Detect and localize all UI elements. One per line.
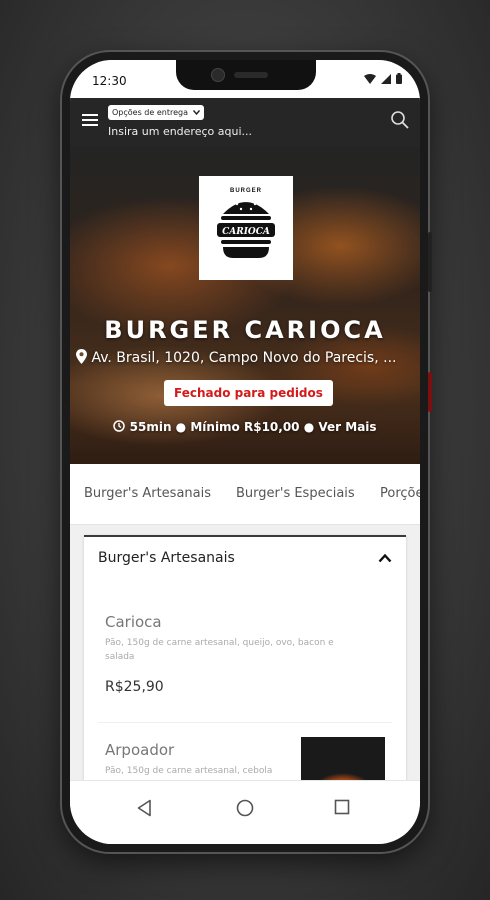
phone-frame: 12:30 Opções de entrega Insira um endere… (62, 52, 432, 852)
home-icon[interactable] (236, 799, 254, 817)
logo-top-text: BURGER (230, 188, 262, 194)
store-info-line: 55min ● Mínimo R$10,00 ● Ver Mais (70, 420, 420, 434)
speaker-grille (234, 72, 268, 78)
recent-apps-icon[interactable] (334, 799, 350, 815)
camera-icon (211, 68, 225, 82)
logo-text: CARIOCA (222, 227, 270, 237)
location-pin-icon (76, 349, 87, 364)
bullet-separator: ● (175, 420, 187, 434)
back-icon[interactable] (136, 799, 152, 817)
store-hero-banner: BURGER CARIOCA BURGER CARIOCA Av. Brasil… (70, 146, 420, 464)
item-divider (98, 722, 392, 723)
app-header: Opções de entrega Insira um endereço aqu… (70, 98, 420, 146)
delivery-options-select[interactable]: Opções de entrega (108, 105, 204, 120)
category-tabs: Burger's Artesanais Burger's Especiais P… (70, 464, 420, 525)
store-logo: BURGER CARIOCA (199, 176, 293, 280)
delivery-options-label: Opções de entrega (112, 108, 188, 117)
app-screen: 12:30 Opções de entrega Insira um endere… (70, 60, 420, 844)
power-button (428, 232, 432, 292)
product-image (301, 737, 385, 780)
see-more-link[interactable]: Ver Mais (318, 420, 376, 434)
store-status-badge: Fechado para pedidos (164, 380, 333, 406)
menu-section-card: Burger's Artesanais Carioca Pão, 150g de… (84, 535, 406, 780)
status-icons (364, 73, 402, 84)
menu-content: Burger's Artesanais Carioca Pão, 150g de… (70, 525, 420, 780)
minimum-order: Mínimo R$10,00 (190, 420, 300, 434)
clock-icon (113, 420, 126, 432)
chevron-down-icon (192, 110, 200, 116)
chevron-up-icon[interactable] (378, 553, 392, 563)
product-name: Arpoador (105, 741, 175, 759)
status-bar: 12:30 (70, 60, 420, 98)
address-input[interactable]: Insira um endereço aqui... (108, 125, 252, 138)
volume-button (428, 372, 432, 412)
tab-burgers-especiais[interactable]: Burger's Especiais (236, 486, 355, 501)
hamburger-menu-icon[interactable] (82, 114, 98, 128)
android-nav-bar (70, 780, 420, 844)
delivery-time: 55min (129, 420, 172, 434)
bullet-separator: ● (303, 420, 315, 434)
battery-icon (396, 73, 402, 84)
burger-logo-icon: BURGER CARIOCA (217, 188, 275, 258)
product-description: Pão, 150g de carne artesanal, queijo, ov… (105, 638, 334, 662)
notch (176, 60, 316, 90)
store-address[interactable]: Av. Brasil, 1020, Campo Novo do Parecis,… (76, 349, 416, 366)
store-address-text: Av. Brasil, 1020, Campo Novo do Parecis,… (91, 350, 397, 366)
tab-burgers-artesanais[interactable]: Burger's Artesanais (84, 486, 211, 501)
signal-icon (381, 73, 391, 84)
product-price: R$25,90 (105, 679, 164, 695)
section-title[interactable]: Burger's Artesanais (98, 550, 235, 566)
search-icon[interactable] (390, 110, 410, 130)
wifi-icon (364, 73, 376, 84)
product-name: Carioca (105, 613, 162, 631)
tab-porcoes[interactable]: Porções (380, 486, 420, 501)
status-time: 12:30 (92, 74, 127, 88)
store-name: BURGER CARIOCA (104, 316, 386, 344)
